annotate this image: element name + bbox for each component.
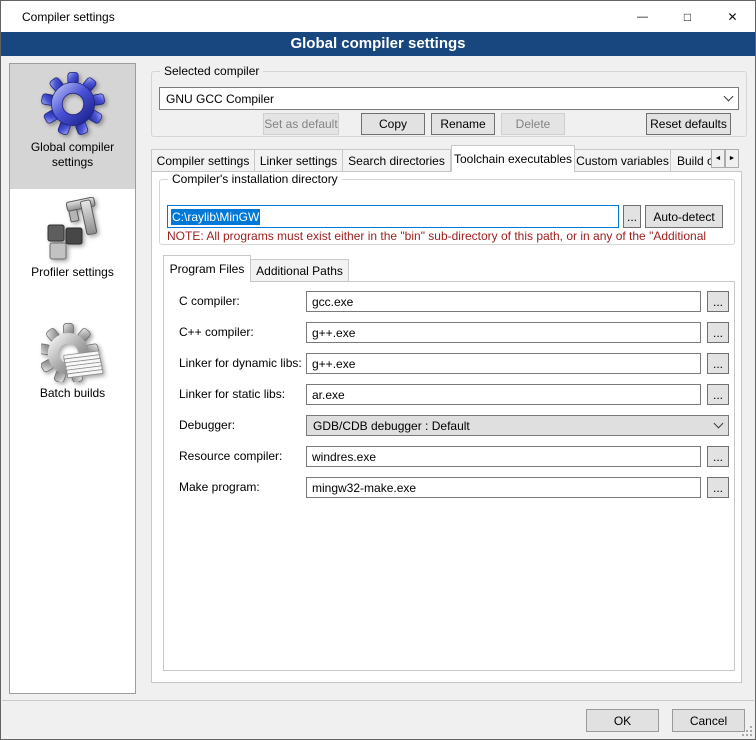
- copy-button[interactable]: Copy: [361, 113, 425, 135]
- field-label: Resource compiler:: [179, 446, 282, 467]
- sidebar-item-label: Batch builds: [10, 382, 135, 409]
- cancel-button[interactable]: Cancel: [672, 709, 745, 732]
- make-program-browse-button[interactable]: ...: [707, 477, 729, 498]
- tab-build-options[interactable]: Build options: [671, 149, 711, 172]
- reset-defaults-button[interactable]: Reset defaults: [646, 113, 731, 135]
- field-label: Linker for static libs:: [179, 384, 285, 405]
- field-label: Make program:: [179, 477, 260, 498]
- sidebar-item-global-compiler-settings[interactable]: Global compiler settings: [10, 64, 135, 189]
- sidebar-item-label: Profiler settings: [10, 261, 135, 288]
- group-label: Selected compiler: [160, 64, 263, 78]
- window-controls: — □ ✕: [620, 1, 755, 32]
- close-icon[interactable]: ✕: [710, 1, 755, 32]
- tab-scroll-left-icon[interactable]: ◄: [711, 149, 725, 168]
- minimize-icon[interactable]: —: [620, 1, 665, 32]
- tab-linker-settings[interactable]: Linker settings: [255, 149, 343, 172]
- make-program-input[interactable]: [306, 477, 701, 498]
- tab-scroll-right-icon[interactable]: ►: [725, 149, 739, 168]
- field-label: Debugger:: [179, 415, 235, 436]
- compiler-settings-window: Compiler settings — □ ✕ Global compiler …: [0, 0, 756, 740]
- resize-grip[interactable]: [742, 726, 752, 736]
- c-compiler-input[interactable]: [306, 291, 701, 312]
- linker-static-input[interactable]: [306, 384, 701, 405]
- field-label: Linker for dynamic libs:: [179, 353, 302, 374]
- selected-compiler-dropdown[interactable]: GNU GCC Compiler: [159, 87, 739, 110]
- window-title: Compiler settings: [1, 10, 115, 24]
- auto-detect-button[interactable]: Auto-detect: [645, 205, 723, 228]
- sidebar-item-profiler-settings[interactable]: Profiler settings: [10, 197, 135, 288]
- field-label: C++ compiler:: [179, 322, 254, 343]
- tab-compiler-settings[interactable]: Compiler settings: [151, 149, 255, 172]
- linker-static-browse-button[interactable]: ...: [707, 384, 729, 405]
- ok-button[interactable]: OK: [586, 709, 659, 732]
- bin-subdirectory-note: NOTE: All programs must exist either in …: [167, 229, 727, 243]
- installation-directory-input[interactable]: C:\raylib\MinGW: [167, 205, 619, 228]
- sidebar-item-batch-builds[interactable]: Batch builds: [10, 322, 135, 409]
- profiler-icon: [41, 197, 105, 261]
- resource-compiler-input[interactable]: [306, 446, 701, 467]
- linker-dynamic-input[interactable]: [306, 353, 701, 374]
- debugger-value: GDB/CDB debugger : Default: [313, 419, 715, 433]
- batch-builds-icon: [41, 322, 105, 382]
- selected-compiler-value: GNU GCC Compiler: [166, 92, 725, 106]
- rename-button[interactable]: Rename: [431, 113, 495, 135]
- gear-icon: [41, 72, 105, 136]
- tab-search-directories[interactable]: Search directories: [343, 149, 451, 172]
- group-label: Compiler's installation directory: [168, 172, 342, 186]
- linker-dynamic-browse-button[interactable]: ...: [707, 353, 729, 374]
- footer-divider: [2, 700, 754, 701]
- tab-toolchain-executables[interactable]: Toolchain executables: [451, 145, 575, 172]
- tab-custom-variables[interactable]: Custom variables: [575, 149, 671, 172]
- sidebar-item-label: Global compiler settings: [10, 136, 135, 178]
- chevron-down-icon: [724, 92, 734, 102]
- cpp-compiler-browse-button[interactable]: ...: [707, 322, 729, 343]
- compiler-tabs: Compiler settings Linker settings Search…: [151, 145, 711, 172]
- field-label: C compiler:: [179, 291, 240, 312]
- debugger-dropdown[interactable]: GDB/CDB debugger : Default: [306, 415, 729, 436]
- maximize-icon[interactable]: □: [665, 1, 710, 32]
- set-as-default-button[interactable]: Set as default: [263, 113, 339, 135]
- tab-program-files[interactable]: Program Files: [163, 255, 251, 282]
- settings-category-list: Global compiler settings Profiler sett: [9, 63, 136, 694]
- delete-button[interactable]: Delete: [501, 113, 565, 135]
- cpp-compiler-input[interactable]: [306, 322, 701, 343]
- chevron-down-icon: [714, 419, 724, 429]
- c-compiler-browse-button[interactable]: ...: [707, 291, 729, 312]
- program-files-tabs: Program Files Additional Paths: [163, 255, 463, 282]
- page-title: Global compiler settings: [1, 32, 755, 56]
- browse-directory-button[interactable]: ...: [623, 205, 641, 228]
- selected-text: C:\raylib\MinGW: [171, 209, 260, 225]
- titlebar[interactable]: Compiler settings — □ ✕: [1, 1, 755, 32]
- tab-additional-paths[interactable]: Additional Paths: [251, 259, 349, 282]
- resource-compiler-browse-button[interactable]: ...: [707, 446, 729, 467]
